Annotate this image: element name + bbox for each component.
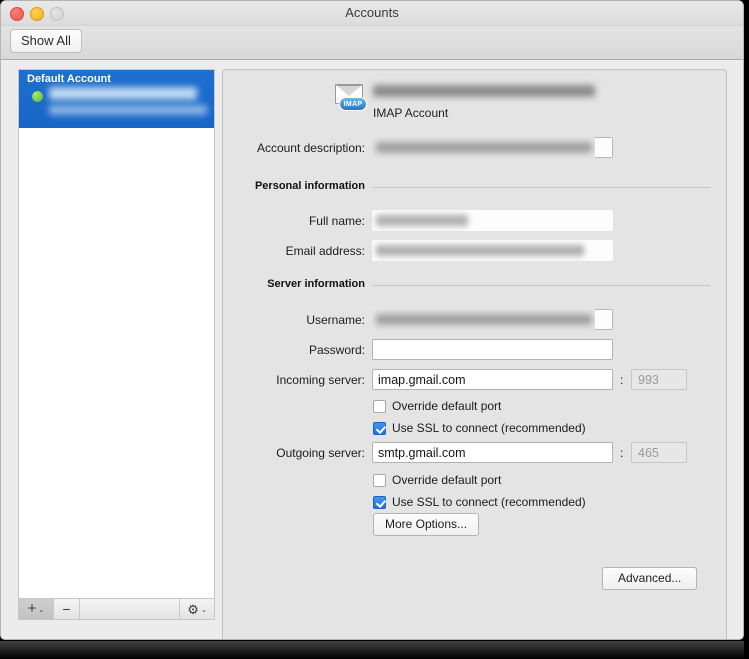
accounts-list-toolbar: + ⌄ − ⚙ ⌄ xyxy=(18,599,215,620)
outgoing-port-input[interactable] xyxy=(631,442,687,463)
toolbar-spacer xyxy=(80,599,180,619)
window-titlebar: Accounts xyxy=(1,1,743,26)
email-address-row: Email address: xyxy=(223,240,726,262)
account-type-label: IMAP Account xyxy=(373,106,449,120)
default-account-label: Default Account xyxy=(27,73,111,85)
show-all-button[interactable]: Show All xyxy=(10,29,82,53)
incoming-use-ssl-checkbox[interactable]: Use SSL to connect (recommended) xyxy=(373,420,586,436)
outgoing-server-row: Outgoing server: : xyxy=(223,442,726,464)
chevron-down-icon: ⌄ xyxy=(200,606,207,614)
incoming-server-label: Incoming server: xyxy=(276,373,365,387)
account-header: IMAP IMAP Account xyxy=(223,82,726,126)
incoming-override-port-checkbox[interactable]: Override default port xyxy=(373,398,501,414)
full-name-label: Full name: xyxy=(308,214,365,228)
incoming-server-row: Incoming server: : xyxy=(223,369,726,391)
outgoing-port-separator: : xyxy=(620,446,624,460)
checkbox-unchecked-icon xyxy=(373,473,386,487)
list-item[interactable]: Default Account xyxy=(19,70,214,128)
account-name-redacted xyxy=(49,87,197,100)
outgoing-override-port-label: Override default port xyxy=(392,473,502,487)
email-address-input[interactable] xyxy=(372,240,613,261)
section-divider xyxy=(372,285,710,286)
section-divider xyxy=(372,187,710,188)
outgoing-use-ssl-checkbox[interactable]: Use SSL to connect (recommended) xyxy=(373,494,586,510)
username-row: Username: xyxy=(223,309,726,331)
incoming-port-separator: : xyxy=(620,373,624,387)
account-description-label: Account description: xyxy=(256,141,365,155)
account-detail-panel: IMAP IMAP Account Account description: P… xyxy=(222,69,727,639)
account-description-input[interactable] xyxy=(372,137,613,158)
personal-information-section: Personal information xyxy=(223,180,726,196)
minus-icon: − xyxy=(62,601,71,617)
more-options-button[interactable]: More Options... xyxy=(373,513,480,536)
add-account-button[interactable]: + ⌄ xyxy=(19,599,54,619)
username-value-redacted xyxy=(376,314,592,325)
status-indicator-icon xyxy=(32,91,43,102)
input-caret-area xyxy=(595,309,613,330)
gear-icon: ⚙ xyxy=(187,601,199,617)
imap-badge: IMAP xyxy=(339,97,367,111)
input-caret-area xyxy=(595,137,613,158)
window-drop-shadow xyxy=(0,641,744,659)
outgoing-use-ssl-label: Use SSL to connect (recommended) xyxy=(392,495,586,509)
content-area: Default Account + ⌄ − ⚙ ⌄ IMAP IMAP Acco… xyxy=(1,60,743,639)
full-name-row: Full name: xyxy=(223,210,726,232)
account-description-row: Account description: xyxy=(223,137,726,159)
server-information-label: Server information xyxy=(267,278,365,290)
server-information-section: Server information xyxy=(223,278,726,294)
window-title: Accounts xyxy=(345,5,399,20)
outgoing-server-input[interactable] xyxy=(372,442,613,463)
plus-icon: + xyxy=(27,600,37,617)
account-description-value-redacted xyxy=(376,142,592,153)
username-input[interactable] xyxy=(372,309,613,330)
full-name-value-redacted xyxy=(376,215,468,226)
password-label: Password: xyxy=(308,343,365,357)
chevron-down-icon: ⌄ xyxy=(38,606,45,614)
incoming-override-port-label: Override default port xyxy=(392,399,502,413)
password-input[interactable] xyxy=(372,339,613,360)
accounts-window: Accounts Show All Default Account + ⌄ − xyxy=(0,0,744,640)
window-toolbar: Show All xyxy=(1,26,743,60)
checkbox-checked-icon xyxy=(373,495,386,509)
email-address-label: Email address: xyxy=(285,244,365,258)
incoming-use-ssl-label: Use SSL to connect (recommended) xyxy=(392,421,586,435)
full-name-input[interactable] xyxy=(372,210,613,231)
account-email-redacted xyxy=(373,85,595,97)
incoming-server-input[interactable] xyxy=(372,369,613,390)
personal-information-label: Personal information xyxy=(254,180,365,192)
checkbox-checked-icon xyxy=(373,421,386,435)
outgoing-server-label: Outgoing server: xyxy=(276,446,365,460)
accounts-action-menu-button[interactable]: ⚙ ⌄ xyxy=(180,599,214,619)
password-row: Password: xyxy=(223,339,726,361)
advanced-button[interactable]: Advanced... xyxy=(602,567,698,590)
account-detail-redacted xyxy=(49,105,207,115)
remove-account-button[interactable]: − xyxy=(54,599,80,619)
email-address-value-redacted xyxy=(376,245,584,256)
imap-envelope-icon: IMAP xyxy=(333,84,367,114)
incoming-port-input[interactable] xyxy=(631,369,687,390)
username-label: Username: xyxy=(306,313,365,327)
outgoing-override-port-checkbox[interactable]: Override default port xyxy=(373,472,501,488)
checkbox-unchecked-icon xyxy=(373,399,386,413)
